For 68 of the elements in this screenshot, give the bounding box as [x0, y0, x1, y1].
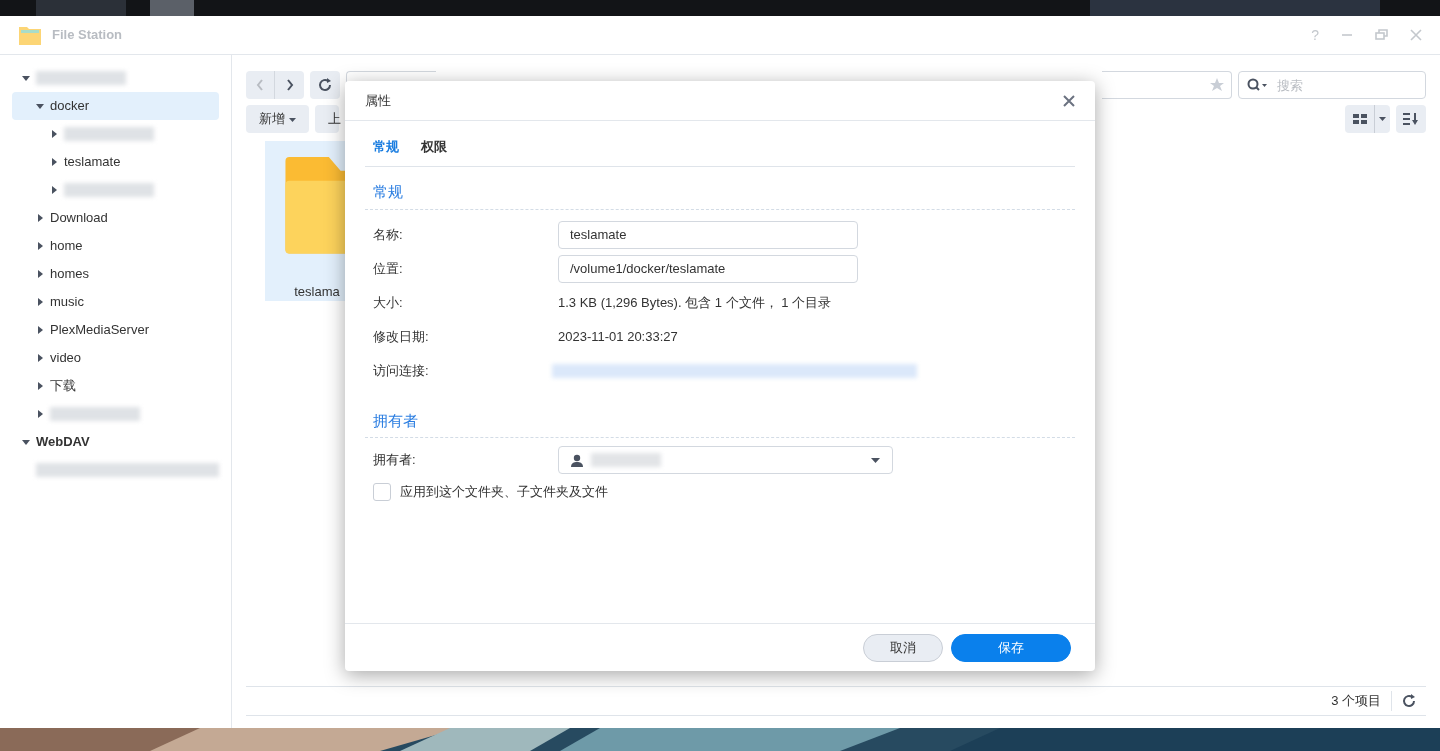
item-count: 3 个项目: [1331, 692, 1381, 711]
sort-icon: [1403, 113, 1419, 125]
field-label: 名称:: [373, 225, 404, 244]
tree-item[interactable]: PlexMediaServer: [12, 316, 219, 344]
dialog-title: 属性: [365, 91, 391, 110]
collapse-caret-icon[interactable]: [22, 438, 30, 446]
expand-caret-icon[interactable]: [36, 270, 44, 278]
section-title: 常规: [365, 167, 1075, 210]
tree-item[interactable]: Download: [12, 204, 219, 232]
tree-item[interactable]: WebDAV: [12, 428, 219, 456]
field-value: 2023-11-01 20:33:27: [558, 327, 678, 346]
input-field[interactable]: teslamate: [558, 220, 858, 249]
blurred-text: [591, 453, 661, 467]
checkbox-label: 应用到这个文件夹、子文件夹及文件: [400, 483, 608, 501]
folder-item[interactable]: teslama: [265, 141, 345, 301]
expand-caret-icon[interactable]: [36, 354, 44, 362]
grid-icon: [1352, 114, 1367, 124]
upload-button[interactable]: 上: [314, 105, 339, 133]
chevron-left-icon: [256, 79, 264, 91]
save-button[interactable]: 保存: [951, 633, 1071, 662]
path-field-end[interactable]: [1102, 71, 1232, 99]
field-label: 拥有者:: [373, 451, 417, 470]
refresh-button[interactable]: [310, 71, 340, 99]
expand-caret-icon[interactable]: [50, 186, 58, 194]
expand-caret-icon[interactable]: [36, 326, 44, 334]
star-icon[interactable]: [1209, 77, 1225, 93]
field-label: 位置:: [373, 259, 404, 278]
section-title: 拥有者: [365, 399, 1075, 438]
expand-caret-icon[interactable]: [36, 214, 44, 222]
expand-caret-icon[interactable]: [36, 242, 44, 250]
folder-icon: [285, 157, 345, 254]
tree-item[interactable]: homes: [12, 260, 219, 288]
tab[interactable]: 权限: [421, 136, 447, 156]
field-label: 大小:: [373, 293, 404, 312]
caret-icon: [871, 457, 880, 463]
refresh-icon[interactable]: [1402, 694, 1416, 708]
field-value: 1.3 KB (1,296 Bytes). 包含 1 个文件， 1 个目录: [558, 293, 832, 312]
tree-item[interactable]: video: [12, 344, 219, 372]
expand-caret-icon[interactable]: [36, 298, 44, 306]
expand-caret-icon[interactable]: [50, 130, 58, 138]
close-icon[interactable]: [1063, 94, 1075, 107]
tree-item[interactable]: music: [12, 288, 219, 316]
window-title: File Station: [52, 26, 123, 45]
chevron-right-icon: [285, 79, 294, 91]
checkbox[interactable]: [373, 482, 391, 501]
user-icon: [571, 453, 583, 467]
new-button[interactable]: 新增: [246, 105, 309, 133]
field-label: 修改日期:: [373, 327, 430, 346]
tree-item[interactable]: docker: [12, 92, 219, 120]
expand-caret-icon[interactable]: [50, 158, 58, 166]
sort-button[interactable]: [1396, 105, 1426, 133]
collapse-caret-icon[interactable]: [22, 74, 30, 82]
search-icon[interactable]: [1247, 78, 1269, 92]
expand-caret-icon[interactable]: [36, 382, 44, 390]
refresh-icon: [318, 78, 332, 92]
input-field[interactable]: /volume1/docker/teslamate: [558, 254, 858, 283]
field-label: 访问连接:: [373, 361, 430, 380]
cancel-button[interactable]: 取消: [863, 633, 943, 662]
tab[interactable]: 常规: [373, 136, 399, 156]
search-field[interactable]: 搜索: [1238, 71, 1426, 99]
caret-icon: [1379, 117, 1386, 121]
folder-icon: [18, 24, 42, 46]
expand-caret-icon[interactable]: [36, 410, 44, 418]
tree-item[interactable]: 下载: [12, 372, 219, 400]
tree-item[interactable]: teslamate: [12, 148, 219, 176]
tree-item[interactable]: home: [12, 232, 219, 260]
caret-icon: [288, 117, 296, 122]
collapse-caret-icon[interactable]: [36, 102, 44, 110]
